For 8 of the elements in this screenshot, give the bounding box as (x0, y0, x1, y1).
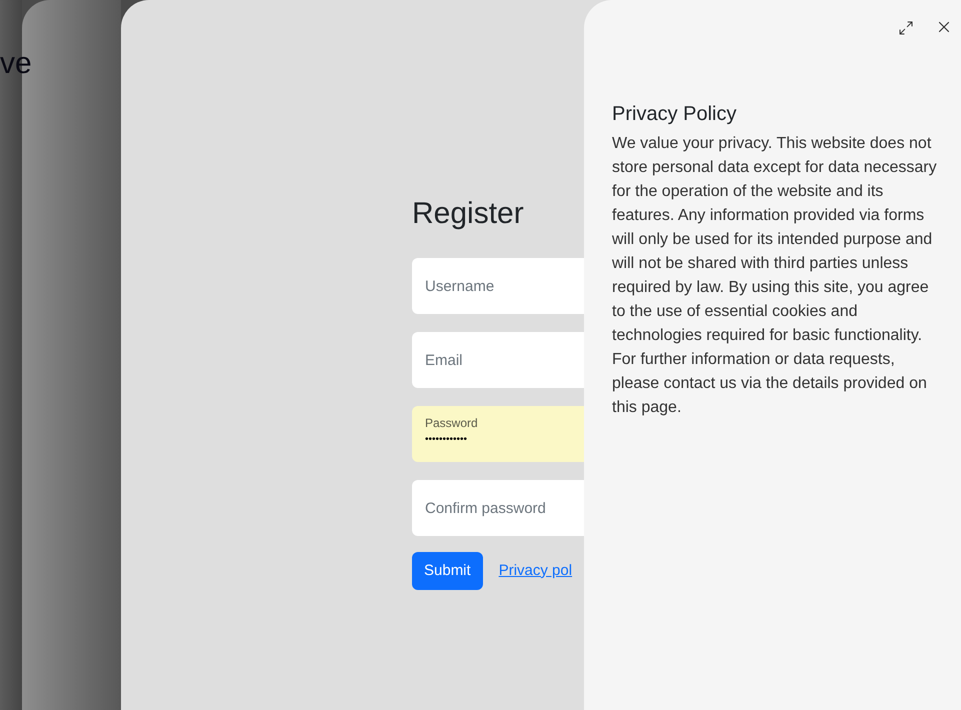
password-value: •••••••••••• (425, 433, 468, 447)
drawer-title: Privacy Policy (612, 102, 738, 127)
expand-icon (898, 20, 914, 36)
submit-button[interactable]: Submit (412, 552, 483, 590)
privacy-link[interactable]: Privacy pol (498, 560, 572, 582)
field-label: Password (425, 415, 479, 431)
background-heading: ve (0, 46, 32, 82)
register-title: Register (412, 196, 524, 232)
